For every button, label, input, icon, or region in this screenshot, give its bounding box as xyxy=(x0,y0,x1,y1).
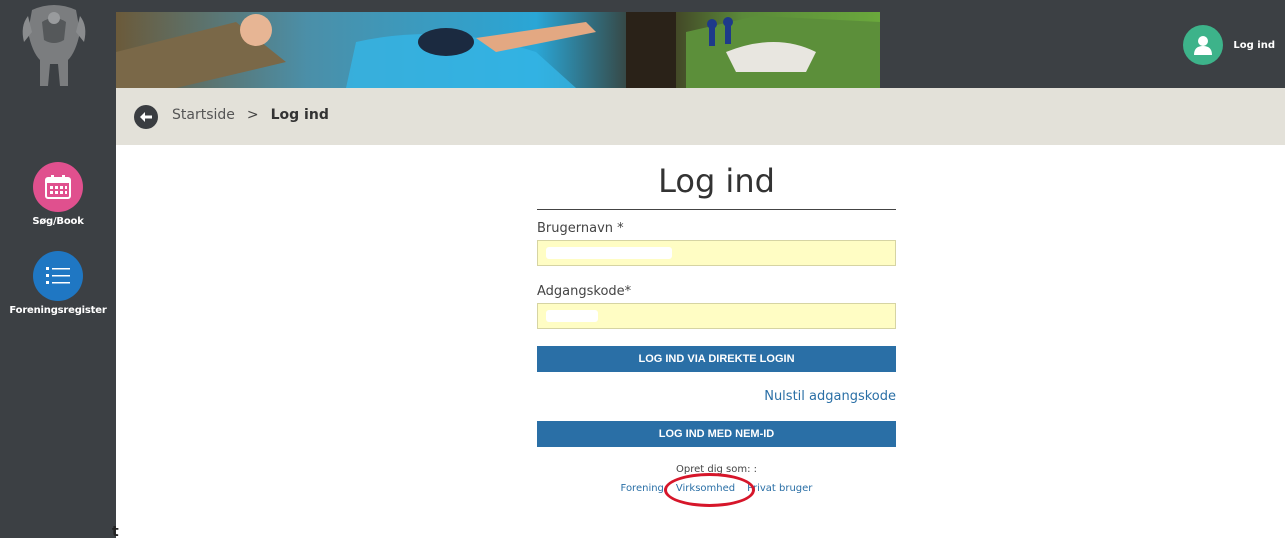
password-field[interactable] xyxy=(537,303,896,329)
nemid-login-button[interactable]: LOG IND MED NEM-ID xyxy=(537,421,896,447)
title-divider xyxy=(537,209,896,210)
main-content: Log ind Brugernavn * Adgangskode* LOG IN… xyxy=(132,145,1285,538)
sidebar-item-label: Søg/Book xyxy=(32,216,84,227)
account-type-links: Forening Virksomhed Privat bruger xyxy=(537,473,896,507)
list-icon xyxy=(33,251,83,301)
login-link-top[interactable]: Log ind xyxy=(1183,25,1275,65)
role-link-company[interactable]: Virksomhed xyxy=(676,483,735,494)
calendar-icon xyxy=(33,162,83,212)
login-label: Log ind xyxy=(1233,39,1275,51)
stray-character: t xyxy=(112,524,119,538)
sidebar: Søg/Book Foreningsregister xyxy=(0,0,116,538)
direct-login-button[interactable]: LOG IND VIA DIREKTE LOGIN xyxy=(537,346,896,372)
sidebar-item-label: Foreningsregister xyxy=(9,305,107,316)
role-link-private-user[interactable]: Privat bruger xyxy=(747,483,812,494)
redacted-username xyxy=(546,247,672,259)
banner-image xyxy=(116,12,880,88)
breadcrumb-current: Log ind xyxy=(270,107,329,123)
sidebar-item-search-book[interactable]: Søg/Book xyxy=(0,162,116,227)
sidebar-item-association-register[interactable]: Foreningsregister xyxy=(0,251,116,316)
back-arrow-icon[interactable] xyxy=(134,105,158,129)
page: Søg/Book Foreningsregister Log ind Start… xyxy=(0,0,1285,538)
username-field[interactable] xyxy=(537,240,896,266)
breadcrumb: Startside > Log ind xyxy=(116,88,1285,145)
create-account-label: Opret dig som: : xyxy=(675,464,757,475)
reset-password-link[interactable]: Nulstil adgangskode xyxy=(537,389,896,404)
username-label: Brugernavn * xyxy=(537,221,624,236)
breadcrumb-separator: > xyxy=(246,107,259,123)
top-header: Log ind xyxy=(116,0,1285,88)
redacted-password xyxy=(546,310,598,322)
login-form: Log ind Brugernavn * Adgangskode* LOG IN… xyxy=(537,145,896,507)
breadcrumb-home-link[interactable]: Startside xyxy=(172,107,235,123)
municipality-logo xyxy=(18,2,90,90)
user-avatar-icon xyxy=(1183,25,1224,65)
page-title: Log ind xyxy=(658,162,775,200)
role-link-association[interactable]: Forening xyxy=(621,483,664,494)
password-label: Adgangskode* xyxy=(537,284,632,299)
